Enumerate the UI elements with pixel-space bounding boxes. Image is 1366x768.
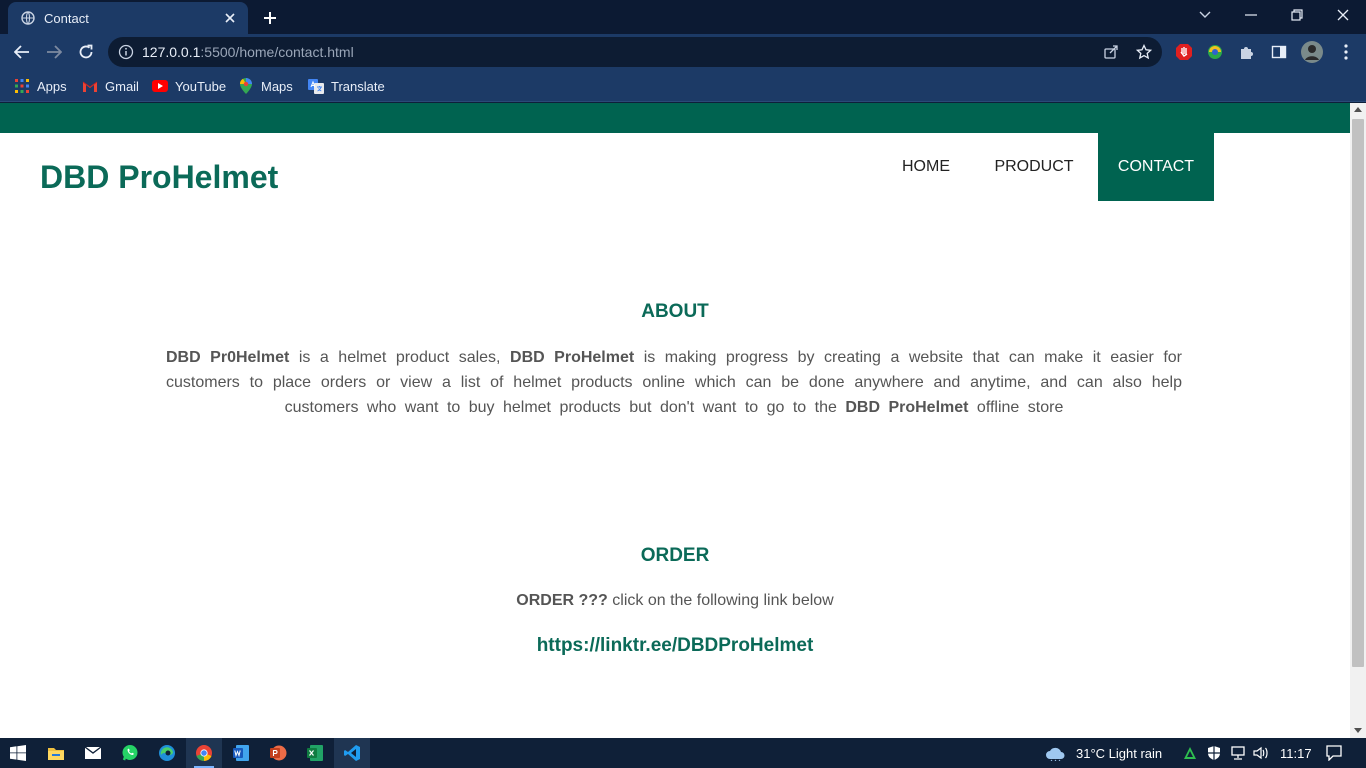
tab-search-chevron-icon[interactable] (1182, 0, 1228, 30)
gmail-icon (82, 78, 98, 94)
restore-icon[interactable] (1274, 0, 1320, 30)
order-heading: ORDER (640, 545, 710, 566)
back-icon[interactable] (8, 38, 36, 66)
new-tab-icon[interactable] (258, 6, 282, 30)
globe-icon (20, 10, 36, 26)
scroll-down-arrow-icon[interactable] (1354, 728, 1362, 733)
close-window-icon[interactable] (1320, 0, 1366, 30)
weather-cloud-icon[interactable] (1040, 738, 1070, 768)
browser-tab-strip: Contact (0, 0, 1366, 34)
weather-text[interactable]: 31°C Light rain (1076, 746, 1162, 761)
bookmark-label: Maps (261, 78, 293, 94)
about-text-3: offline store (968, 399, 1064, 416)
mail-icon[interactable] (75, 738, 111, 768)
order-text: click on the following link below (607, 592, 834, 609)
share-icon[interactable] (1101, 42, 1121, 62)
volume-icon[interactable] (1251, 738, 1271, 768)
nav-contact[interactable]: CONTACT (1098, 133, 1214, 201)
bookmark-star-icon[interactable] (1134, 42, 1154, 62)
about-paragraph: DBD Pr0Helmet is a helmet product sales,… (166, 345, 1182, 420)
notifications-icon[interactable] (1322, 738, 1346, 768)
url-path: :5500/home/contact.html (200, 44, 354, 60)
about-bold-3: DBD ProHelmet (845, 399, 969, 416)
chrome-icon[interactable] (186, 738, 222, 768)
site-info-icon[interactable] (118, 44, 134, 60)
bookmark-translate[interactable]: Translate (308, 76, 385, 96)
order-link[interactable]: https://linktr.ee/DBDProHelmet (0, 635, 1350, 657)
translate-icon (308, 78, 324, 94)
bookmark-apps[interactable]: Apps (14, 76, 67, 96)
side-panel-icon[interactable] (1267, 40, 1291, 64)
reload-icon[interactable] (72, 38, 100, 66)
tab-title: Contact (44, 10, 89, 26)
about-bold-1: DBD Pr0Helmet (166, 349, 290, 366)
site-brand-logo[interactable]: DBD ProHelmet (40, 159, 278, 196)
close-tab-icon[interactable] (220, 8, 240, 28)
apps-grid-icon (14, 78, 30, 94)
bookmark-youtube[interactable]: YouTube (152, 76, 226, 96)
taskbar-clock[interactable]: 11:17 (1280, 746, 1312, 761)
browser-toolbar: 127.0.0.1:5500/home/contact.html (0, 34, 1366, 70)
profile-avatar-icon[interactable] (1300, 40, 1324, 64)
windows-start-icon[interactable] (0, 738, 36, 768)
address-bar[interactable]: 127.0.0.1:5500/home/contact.html (108, 37, 1162, 67)
nav-product[interactable]: PRODUCT (980, 133, 1088, 201)
whatsapp-icon[interactable] (112, 738, 148, 768)
browser-menu-icon[interactable] (1334, 40, 1358, 64)
windows-taskbar: 31°C Light rain 11:17 (0, 738, 1366, 768)
bookmark-label: YouTube (175, 78, 227, 94)
file-explorer-icon[interactable] (38, 738, 74, 768)
bookmark-maps[interactable]: Maps (238, 76, 293, 96)
about-heading: ABOUT (641, 301, 709, 322)
forward-icon[interactable] (40, 38, 68, 66)
browser-tab[interactable]: Contact (8, 2, 248, 34)
edge-icon[interactable] (149, 738, 185, 768)
excel-icon[interactable] (297, 738, 333, 768)
top-green-bar (0, 103, 1350, 133)
colorful-extension-icon[interactable] (1203, 40, 1227, 64)
word-icon[interactable] (223, 738, 259, 768)
order-bold: ORDER ??? (516, 592, 608, 609)
about-text-1: is a helmet product sales, (289, 349, 511, 366)
security-shield-icon[interactable] (1204, 738, 1224, 768)
bookmarks-bar: Apps Gmail YouTube Maps Translate (0, 70, 1366, 102)
extensions-puzzle-icon[interactable] (1235, 40, 1259, 64)
scroll-up-arrow-icon[interactable] (1354, 107, 1362, 112)
order-paragraph: ORDER ??? click on the following link be… (0, 592, 1350, 610)
tray-arrow-icon[interactable] (1180, 738, 1200, 768)
youtube-icon (152, 78, 168, 94)
bookmark-label: Translate (331, 78, 385, 94)
vscode-icon[interactable] (334, 738, 370, 768)
scrollbar-thumb[interactable] (1352, 119, 1364, 667)
page-viewport: DBD ProHelmet HOME PRODUCT CONTACT ABOUT… (0, 103, 1350, 738)
page-scrollbar[interactable] (1350, 103, 1366, 738)
about-bold-2: DBD ProHelmet (510, 349, 635, 366)
nav-home[interactable]: HOME (888, 133, 964, 201)
url-text: 127.0.0.1:5500/home/contact.html (142, 44, 354, 60)
bookmark-gmail[interactable]: Gmail (82, 76, 139, 96)
bookmark-label: Gmail (105, 78, 139, 94)
minimize-icon[interactable] (1228, 0, 1274, 30)
maps-icon (238, 78, 254, 94)
url-host: 127.0.0.1 (142, 44, 201, 60)
powerpoint-icon[interactable] (260, 738, 296, 768)
bookmark-label: Apps (37, 78, 67, 94)
adblock-extension-icon[interactable] (1172, 40, 1196, 64)
network-icon[interactable] (1228, 738, 1248, 768)
